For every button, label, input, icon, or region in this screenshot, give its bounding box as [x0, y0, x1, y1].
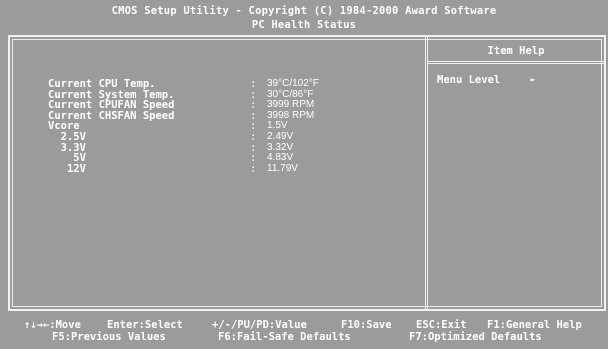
key-hint-value: +/-/PU/PD:Value [212, 319, 307, 331]
item-help-title: Item Help [487, 45, 545, 57]
menu-level-label: Menu Level [437, 74, 501, 86]
key-hint-select: Enter:Select [107, 319, 183, 331]
menu-level-arrow-icon: ► [530, 75, 536, 84]
key-hint-help: F1:General Help [487, 319, 582, 331]
main-frame: Item Help Menu Level ► Current CPU Temp.… [8, 35, 606, 311]
item-colon: : [250, 78, 257, 90]
key-hint-save: F10:Save [341, 319, 392, 331]
key-hint-fail-safe: F6:Fail-Safe Defaults [218, 331, 351, 343]
help-panel-divider [425, 37, 428, 309]
item-label: Current CPU Temp. [48, 78, 156, 90]
menu-level-indicator: Menu Level ► [437, 74, 535, 86]
item-colon: : [250, 162, 257, 175]
item-value: 2.49V [267, 130, 294, 142]
footer-line-1: ↑↓→←:Move Enter:Select +/-/PU/PD:Value F… [0, 319, 608, 331]
item-value: 39°C/102°F [267, 78, 319, 89]
item-label: 2.5V [48, 130, 86, 143]
item-value: 11.79V [267, 162, 298, 174]
key-hint-previous-values: F5:Previous Values [52, 331, 166, 343]
utility-title: CMOS Setup Utility - Copyright (C) 1984-… [111, 5, 497, 17]
key-help-footer: ↑↓→←:Move Enter:Select +/-/PU/PD:Value F… [0, 319, 608, 343]
item-label: 12V [48, 162, 86, 175]
key-hint-exit: ESC:Exit [416, 319, 467, 331]
bios-header: CMOS Setup Utility - Copyright (C) 1984-… [0, 0, 608, 34]
page-title: PC Health Status [251, 19, 357, 31]
key-hint-optimized: F7:Optimized Defaults [409, 331, 542, 343]
help-title-separator [428, 61, 604, 64]
bios-screen: CMOS Setup Utility - Copyright (C) 1984-… [0, 0, 608, 349]
item-colon: : [250, 130, 257, 143]
footer-line-2: F5:Previous Values F6:Fail-Safe Defaults… [0, 331, 608, 343]
key-hint-move: ↑↓→←:Move [24, 319, 81, 331]
